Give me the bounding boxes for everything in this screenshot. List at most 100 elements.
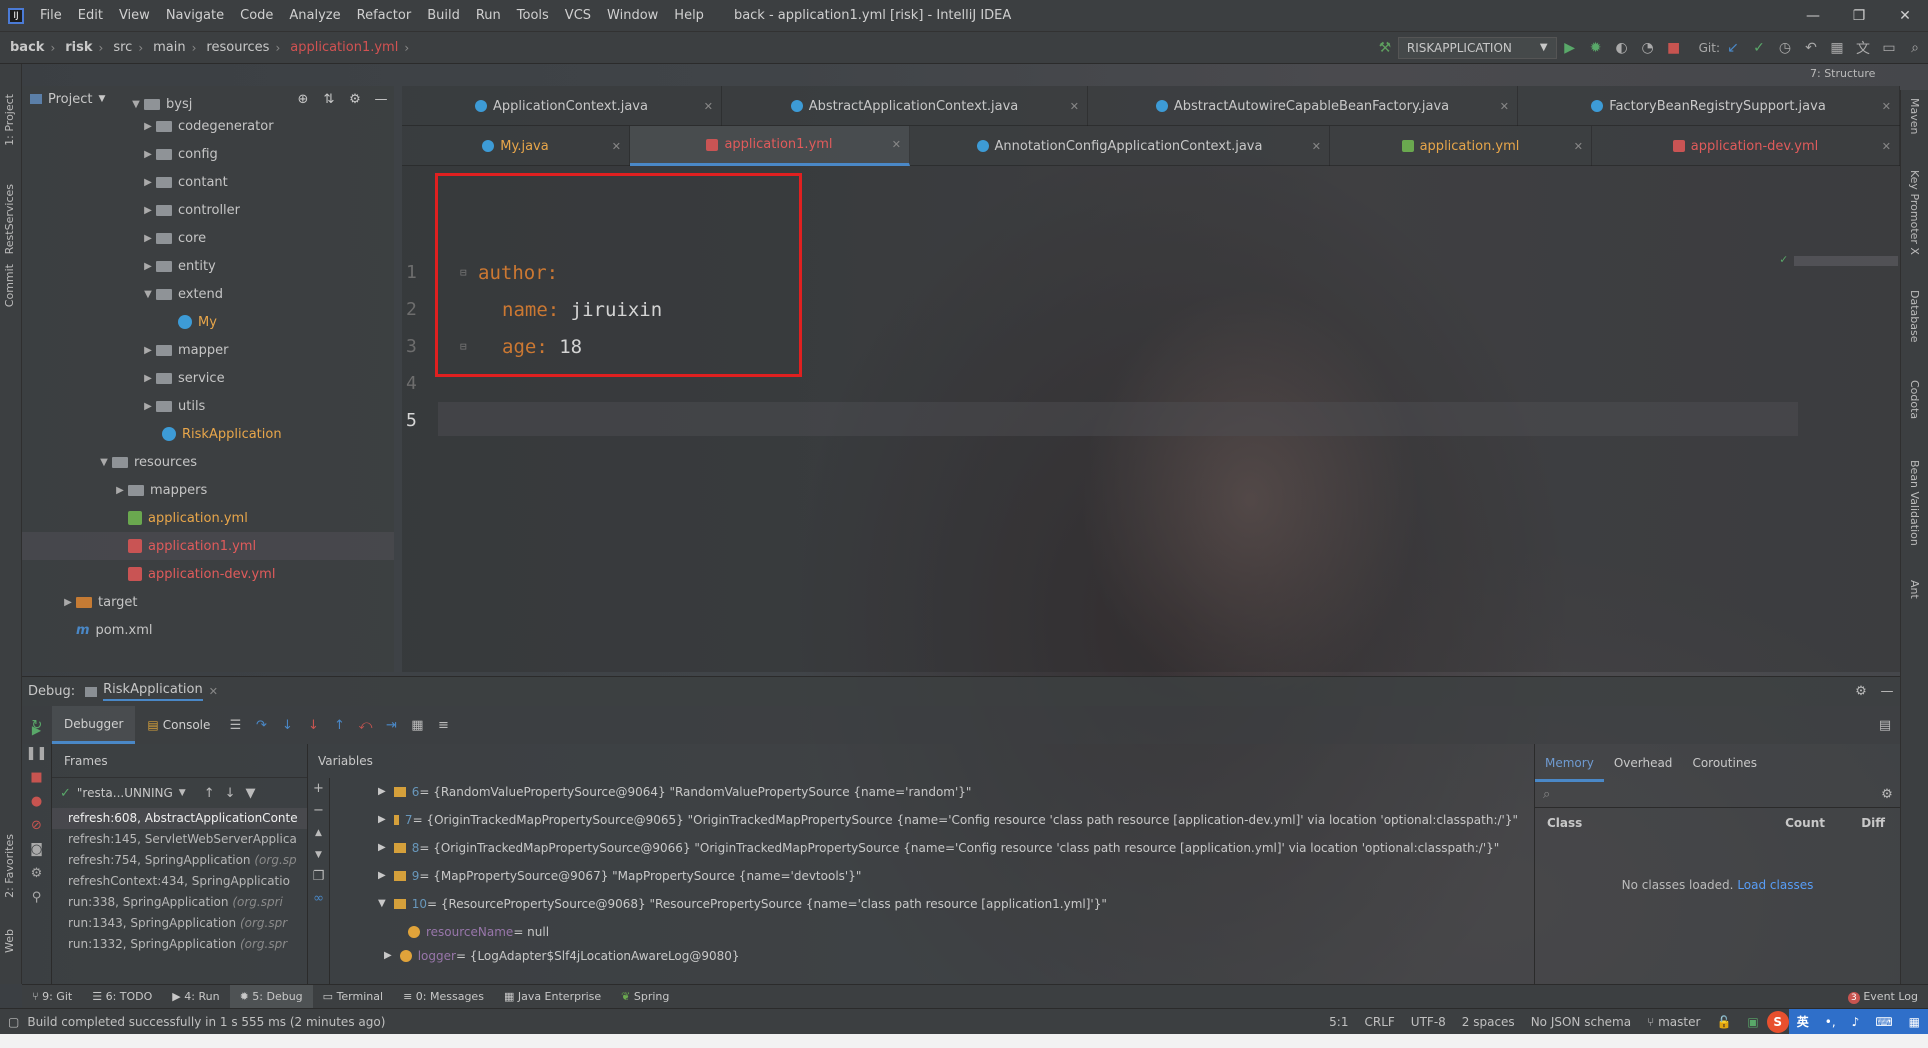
frame-row[interactable]: refresh:754, SpringApplication (org.sp [52, 850, 307, 871]
structure-tab[interactable]: 7: Structure [1810, 67, 1875, 80]
breadcrumb-risk[interactable]: risk [55, 40, 92, 55]
tree-item-utils[interactable]: ▶ utils [140, 392, 205, 420]
tree-item-core[interactable]: ▶ core [140, 224, 206, 252]
locate-icon[interactable]: ⊕ [290, 92, 316, 107]
step-out-icon[interactable]: ↑ [326, 718, 352, 733]
maven-tool-tab[interactable]: Maven [1908, 98, 1921, 134]
col-class[interactable]: Class [1535, 816, 1745, 830]
rollback-icon[interactable]: ↶ [1798, 40, 1824, 56]
tool-tab-run[interactable]: ▶ 4: Run [162, 985, 229, 1009]
close-icon[interactable]: ✕ [1574, 140, 1583, 153]
breadcrumb-resources[interactable]: resources [196, 40, 269, 55]
caret-position[interactable]: 5:1 [1321, 1009, 1356, 1035]
close-icon[interactable]: ✕ [612, 140, 621, 153]
web-tool-tab[interactable]: Web [3, 929, 16, 953]
menu-view[interactable]: View [111, 0, 158, 32]
menu-build[interactable]: Build [419, 0, 468, 32]
bean-validation-tool-tab[interactable]: Bean Validation [1908, 460, 1921, 546]
watches-icon[interactable]: ∞ [308, 888, 329, 910]
ime-punctuation-icon[interactable]: •, [1816, 1008, 1844, 1035]
profile-icon[interactable]: ◔ [1635, 40, 1661, 56]
json-schema[interactable]: No JSON schema [1523, 1009, 1639, 1035]
variable-row[interactable]: ▶ 7 = {OriginTrackedMapPropertySource@906… [378, 806, 1518, 834]
tree-item-entity[interactable]: ▶ entity [140, 252, 216, 280]
codota-tool-tab[interactable]: Codota [1908, 380, 1921, 419]
close-icon[interactable]: ✕ [704, 100, 713, 113]
move-up-icon[interactable]: ▲ [308, 822, 329, 844]
variable-row[interactable]: ▶ 8 = {OriginTrackedMapPropertySource@906… [378, 834, 1518, 862]
tab-application-yml[interactable]: application.yml ✕ [1330, 126, 1592, 166]
debug-icon[interactable]: ✹ [1583, 40, 1609, 56]
tab-application1-yml[interactable]: application1.yml ✕ [630, 126, 910, 166]
frame-row[interactable]: run:338, SpringApplication (org.spri [52, 892, 307, 913]
ime-logo-icon[interactable]: S [1766, 1010, 1789, 1033]
project-tool-tab[interactable]: 1: Project [3, 94, 16, 146]
codota-icon[interactable]: ▣ [1739, 1009, 1766, 1035]
move-down-icon[interactable]: ▼ [308, 844, 329, 866]
translate-icon[interactable]: 文 [1850, 38, 1876, 58]
tree-item-application1-yml[interactable]: application1.yml [22, 532, 394, 560]
commit-tool-tab[interactable]: Commit [3, 264, 16, 307]
mute-breakpoints-icon[interactable]: ⊘ [22, 814, 51, 838]
run-configuration-select[interactable]: RISKAPPLICATION ▼ [1397, 36, 1557, 59]
field-row[interactable]: resourceName = null [378, 918, 1518, 946]
tab-abstractautowirecapablebeanfactory-java[interactable]: AbstractAutowireCapableBeanFactory.java ✕ [1088, 86, 1518, 126]
tool-tab-event-log[interactable]: 3 Event Log [1838, 985, 1928, 1009]
tree-item-codegenerator[interactable]: ▶ codegenerator [140, 112, 273, 140]
debug-session-tab[interactable]: RiskApplication [103, 682, 203, 701]
menu-code[interactable]: Code [232, 0, 281, 32]
gear-icon[interactable]: ⚙ [22, 862, 51, 886]
evaluate-expression-icon[interactable]: ▦ [404, 718, 430, 733]
field-row[interactable]: ▶ logger = {LogAdapter$Slf4jLocationAware… [378, 946, 1518, 966]
ime-language[interactable]: 英 [1788, 1008, 1817, 1035]
scrollbar-marker[interactable] [1794, 256, 1898, 266]
project-panel-title[interactable]: Project [48, 92, 92, 107]
frame-row[interactable]: refresh:608, AbstractApplicationConte [52, 808, 307, 829]
copy-icon[interactable]: ❐ [308, 866, 329, 888]
menu-run[interactable]: Run [468, 0, 509, 32]
git-update-icon[interactable]: ↙ [1720, 40, 1746, 56]
tab-factorybeanregistrysupport-java[interactable]: FactoryBeanRegistrySupport.java ✕ [1518, 86, 1900, 126]
tree-item-pom-xml[interactable]: m pom.xml [76, 616, 153, 644]
minimize-button[interactable]: — [1790, 0, 1836, 32]
gear-icon[interactable]: ⚙ [342, 92, 368, 107]
key-promoter-tool-tab[interactable]: Key Promoter X [1908, 170, 1921, 255]
layout-icon[interactable]: ▤ [1870, 718, 1900, 733]
tool-tab-messages[interactable]: ≡ 0: Messages [393, 985, 494, 1009]
git-commit-icon[interactable]: ✓ [1746, 40, 1772, 56]
menu-help[interactable]: Help [666, 0, 712, 32]
remove-watch-icon[interactable]: − [308, 800, 329, 822]
inspection-ok-icon[interactable]: ✓ [1780, 252, 1787, 266]
favorites-tool-tab[interactable]: 2: Favorites [3, 834, 16, 898]
variable-row[interactable]: ▶ 6 = {RandomValuePropertySource@9064} "R… [378, 778, 1518, 806]
ant-tool-tab[interactable]: Ant [1908, 580, 1921, 599]
breadcrumb-back[interactable]: back [0, 40, 44, 55]
tree-item-config[interactable]: ▶ config [140, 140, 218, 168]
tool-tab-todo[interactable]: ☰ 6: TODO [82, 985, 162, 1009]
frame-row[interactable]: refreshContext:434, SpringApplicatio [52, 871, 307, 892]
tab-debugger[interactable]: Debugger [52, 706, 136, 744]
run-icon[interactable]: ▶ [1557, 40, 1583, 56]
lock-icon[interactable]: 🔓 [1708, 1009, 1739, 1035]
tab-abstractapplicationcontext-java[interactable]: AbstractApplicationContext.java ✕ [722, 86, 1088, 126]
collapse-all-icon[interactable]: ⇅ [316, 92, 342, 107]
close-icon[interactable]: ✕ [1070, 100, 1079, 113]
close-icon[interactable]: ✕ [1882, 140, 1891, 153]
tab-annotationconfigapplicationcontext-java[interactable]: AnnotationConfigApplicationContext.java ✕ [910, 126, 1330, 166]
tab-console[interactable]: ▤ Console [135, 706, 222, 744]
arrow-up-icon[interactable]: ↑ [204, 786, 215, 801]
status-layout-icon[interactable]: ▢ [0, 1009, 27, 1035]
tab-my-java[interactable]: My.java ✕ [402, 126, 630, 166]
tree-item-my[interactable]: My [178, 308, 217, 336]
coverage-icon[interactable]: ◐ [1609, 40, 1635, 56]
file-encoding[interactable]: UTF-8 [1403, 1009, 1454, 1035]
tree-item-mappers[interactable]: ▶ mappers [112, 476, 207, 504]
tree-item-application-dev-yml[interactable]: application-dev.yml [128, 560, 275, 588]
tree-item-application-yml[interactable]: application.yml [128, 504, 248, 532]
load-classes-link[interactable]: Load classes [1737, 878, 1813, 892]
line-separator[interactable]: CRLF [1356, 1009, 1402, 1035]
tool-tab-git[interactable]: ⑂ 9: Git [22, 985, 82, 1009]
gear-icon[interactable]: ⚙ [1848, 684, 1874, 699]
tool-tab-java-enterprise[interactable]: ▦ Java Enterprise [494, 985, 611, 1009]
tree-item-contant[interactable]: ▶ contant [140, 168, 228, 196]
